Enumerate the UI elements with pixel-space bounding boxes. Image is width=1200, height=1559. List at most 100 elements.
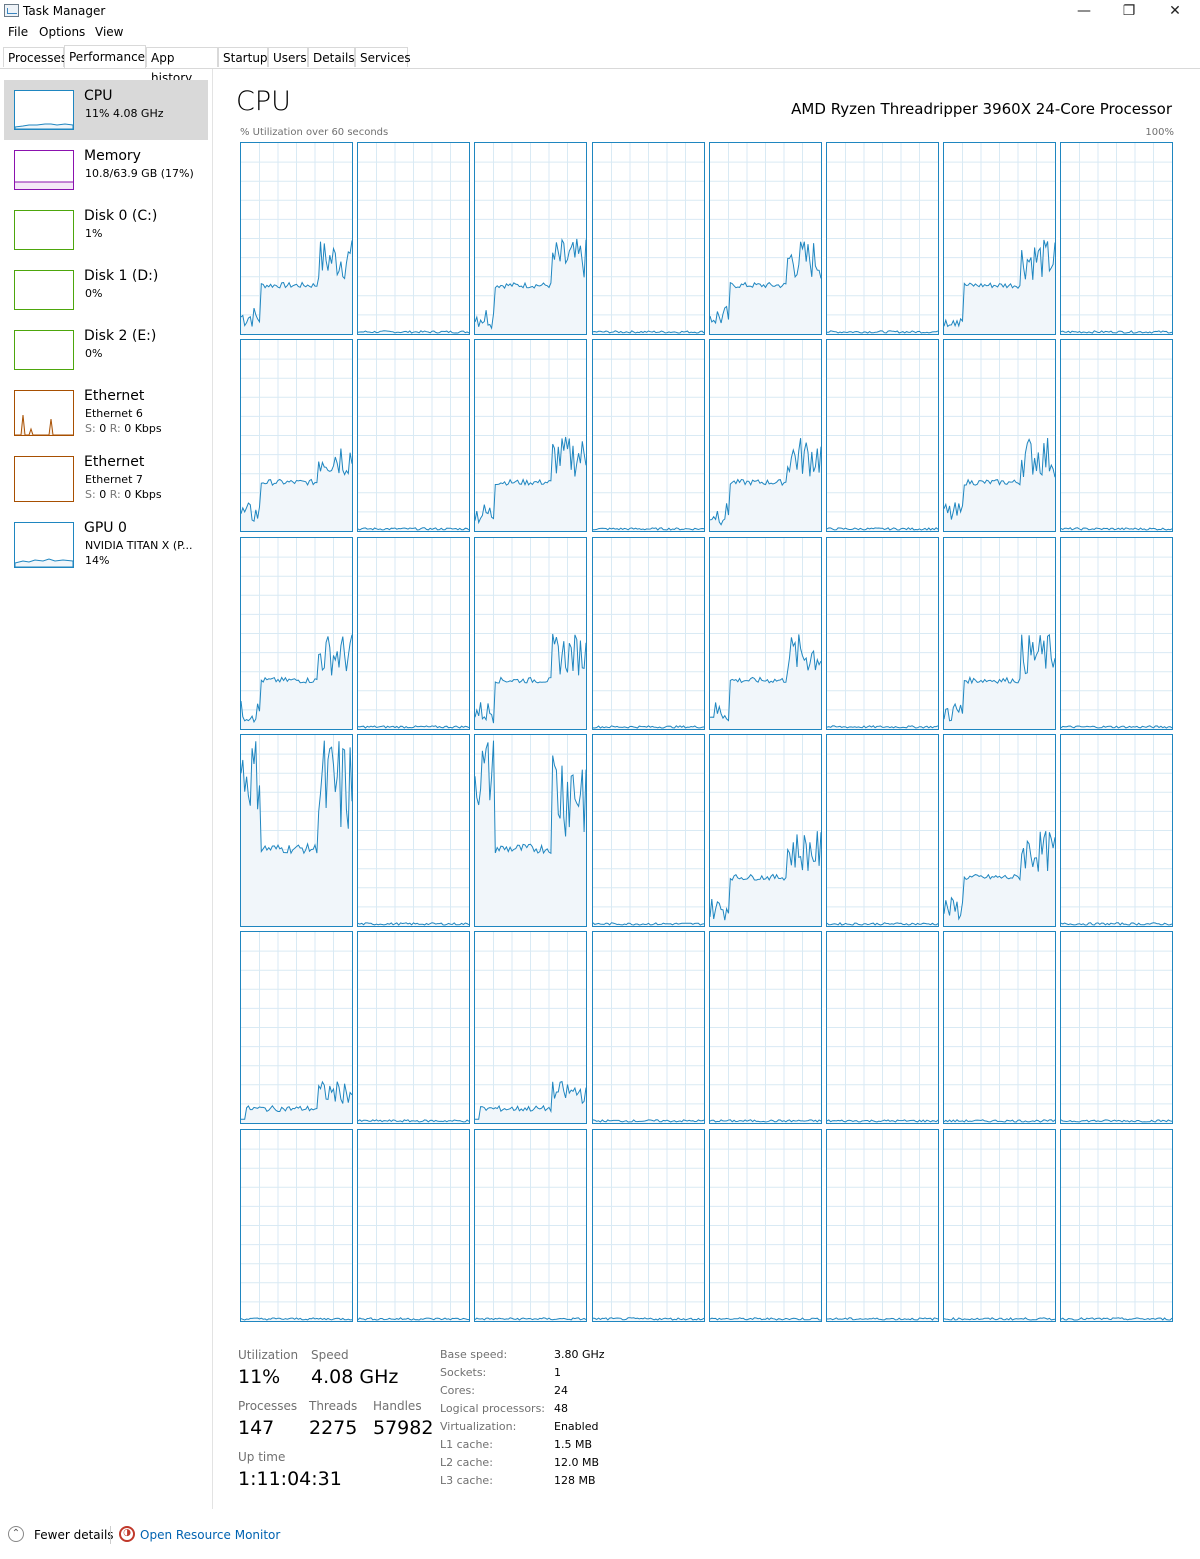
- spec-label: Sockets:: [440, 1366, 487, 1379]
- spec-label: Virtualization:: [440, 1420, 517, 1433]
- cpu-core-graph: [591, 339, 705, 533]
- cpu-core-graph: [591, 733, 705, 927]
- processes-label: Processes: [238, 1399, 298, 1413]
- sidebar-item-disk-2[interactable]: Disk 2 (E:) 0%: [4, 320, 208, 380]
- utilization-label: Utilization: [238, 1348, 299, 1362]
- cpu-core-graph: [826, 142, 939, 335]
- cpu-core-graph: [240, 142, 353, 335]
- sidebar-item-detail: 0%: [85, 347, 103, 360]
- sidebar-item-ethernet-7[interactable]: Ethernet Ethernet 7 S: 0 R: 0 Kbps: [4, 446, 208, 512]
- cpu-core-graph: [357, 931, 471, 1125]
- utilization-max-label: 100%: [1145, 127, 1174, 138]
- sidebar-item-label: Ethernet: [84, 388, 145, 404]
- speed-label: Speed: [311, 1348, 349, 1362]
- menu-view[interactable]: View: [95, 25, 123, 39]
- sidebar-item-label: Disk 2 (E:): [84, 328, 157, 344]
- tab-users[interactable]: Users: [268, 47, 308, 67]
- cpu-core-graph: [591, 1128, 705, 1322]
- tab-services[interactable]: Services: [355, 47, 411, 67]
- spec-value: 1: [554, 1366, 561, 1379]
- sidebar-item-disk-0[interactable]: Disk 0 (C:) 1%: [4, 200, 208, 260]
- sidebar-item-detail: NVIDIA TITAN X (P...: [85, 539, 193, 552]
- restore-button[interactable]: ❐: [1106, 0, 1152, 24]
- cpu-core-graph: [826, 1128, 939, 1322]
- spec-label: L3 cache:: [440, 1474, 493, 1487]
- cpu-core-graph: [943, 733, 1057, 927]
- spec-value: Enabled: [554, 1420, 599, 1433]
- cpu-core-graph: [474, 1128, 588, 1322]
- threads-label: Threads: [309, 1399, 358, 1413]
- minimize-button[interactable]: —: [1061, 0, 1107, 24]
- menu-options[interactable]: Options: [39, 25, 85, 39]
- cpu-core-graph: [943, 142, 1057, 335]
- cpu-core-graph: [943, 1128, 1057, 1322]
- open-resource-monitor-link[interactable]: Open Resource Monitor: [140, 1528, 280, 1542]
- spec-label: L1 cache:: [440, 1438, 493, 1451]
- footer-divider: [110, 1526, 111, 1544]
- spec-value: 12.0 MB: [554, 1456, 600, 1469]
- cpu-core-graph: [591, 536, 705, 730]
- close-button[interactable]: ✕: [1152, 0, 1198, 24]
- cpu-core-graph: [708, 1128, 822, 1322]
- ethernet-6-thumbnail-graph: [14, 390, 74, 436]
- cpu-core-graph: [474, 142, 588, 335]
- sidebar-item-detail: 0%: [85, 287, 103, 300]
- memory-thumbnail-graph: [14, 150, 74, 190]
- spec-label: Cores:: [440, 1384, 475, 1397]
- spec-label: L2 cache:: [440, 1456, 493, 1469]
- tab-app-history[interactable]: App history: [146, 47, 218, 85]
- page-title: CPU: [236, 86, 291, 117]
- sidebar-item-detail: Ethernet 6: [85, 407, 143, 420]
- ethernet-7-thumbnail-graph: [14, 456, 74, 502]
- cpu-core-graph: [240, 339, 353, 533]
- cpu-core-graph: [474, 733, 588, 927]
- minimize-icon: —: [1077, 3, 1091, 19]
- uptime-value: 1:11:04:31: [238, 1468, 342, 1490]
- menu-file[interactable]: File: [8, 25, 28, 39]
- tab-processes[interactable]: Processes: [3, 47, 67, 67]
- cpu-core-graph: [357, 142, 471, 335]
- sidebar-item-ethernet-6[interactable]: Ethernet Ethernet 6 S: 0 R: 0 Kbps: [4, 380, 208, 446]
- fewer-details-link[interactable]: Fewer details: [34, 1528, 114, 1542]
- sidebar-item-label: GPU 0: [84, 520, 127, 536]
- sidebar-item-throughput: S: 0 R: 0 Kbps: [85, 422, 162, 435]
- sidebar-item-usage: 14%: [85, 554, 110, 567]
- close-icon: ✕: [1169, 3, 1181, 19]
- task-manager-icon: [4, 4, 19, 17]
- sidebar-item-detail: 10.8/63.9 GB (17%): [85, 167, 194, 180]
- threads-value: 2275: [309, 1417, 358, 1439]
- cpu-core-graph: [826, 931, 939, 1125]
- cpu-core-graph: [826, 536, 939, 730]
- resource-monitor-icon: ◑: [119, 1526, 135, 1542]
- cpu-core-graph: [1060, 536, 1174, 730]
- sidebar-item-detail: 11% 4.08 GHz: [85, 107, 164, 120]
- cpu-core-graph: [1060, 931, 1174, 1125]
- sidebar-item-detail: 1%: [85, 227, 103, 240]
- sidebar-item-gpu-0[interactable]: GPU 0 NVIDIA TITAN X (P... 14%: [4, 512, 208, 578]
- sidebar-item-memory[interactable]: Memory 10.8/63.9 GB (17%): [4, 140, 208, 200]
- spec-value: 1.5 MB: [554, 1438, 593, 1451]
- cpu-core-graph: [1060, 339, 1174, 533]
- handles-value: 57982: [373, 1417, 434, 1439]
- sidebar-item-label: Disk 0 (C:): [84, 208, 158, 224]
- tab-details[interactable]: Details: [308, 47, 355, 67]
- cpu-core-graph: [591, 142, 705, 335]
- sidebar-item-label: CPU: [84, 88, 113, 104]
- cpu-core-graph: [826, 339, 939, 533]
- utilization-graph-label: % Utilization over 60 seconds: [240, 127, 389, 138]
- tab-startup[interactable]: Startup: [218, 47, 268, 67]
- cpu-core-graph: [240, 931, 353, 1125]
- cpu-core-graph: [943, 931, 1057, 1125]
- spec-value: 24: [554, 1384, 568, 1397]
- chevron-up-icon[interactable]: ⌃: [8, 1526, 24, 1542]
- cpu-thumbnail-graph: [14, 90, 74, 130]
- utilization-value: 11%: [238, 1366, 281, 1388]
- cpu-core-graph: [240, 1128, 353, 1322]
- sidebar-item-label: Ethernet: [84, 454, 145, 470]
- tab-performance[interactable]: Performance: [64, 45, 146, 68]
- sidebar-item-cpu[interactable]: CPU 11% 4.08 GHz: [4, 80, 208, 140]
- spec-value: 128 MB: [554, 1474, 596, 1487]
- sidebar-item-disk-1[interactable]: Disk 1 (D:) 0%: [4, 260, 208, 320]
- cpu-core-graph: [474, 339, 588, 533]
- cpu-core-graph: [474, 931, 588, 1125]
